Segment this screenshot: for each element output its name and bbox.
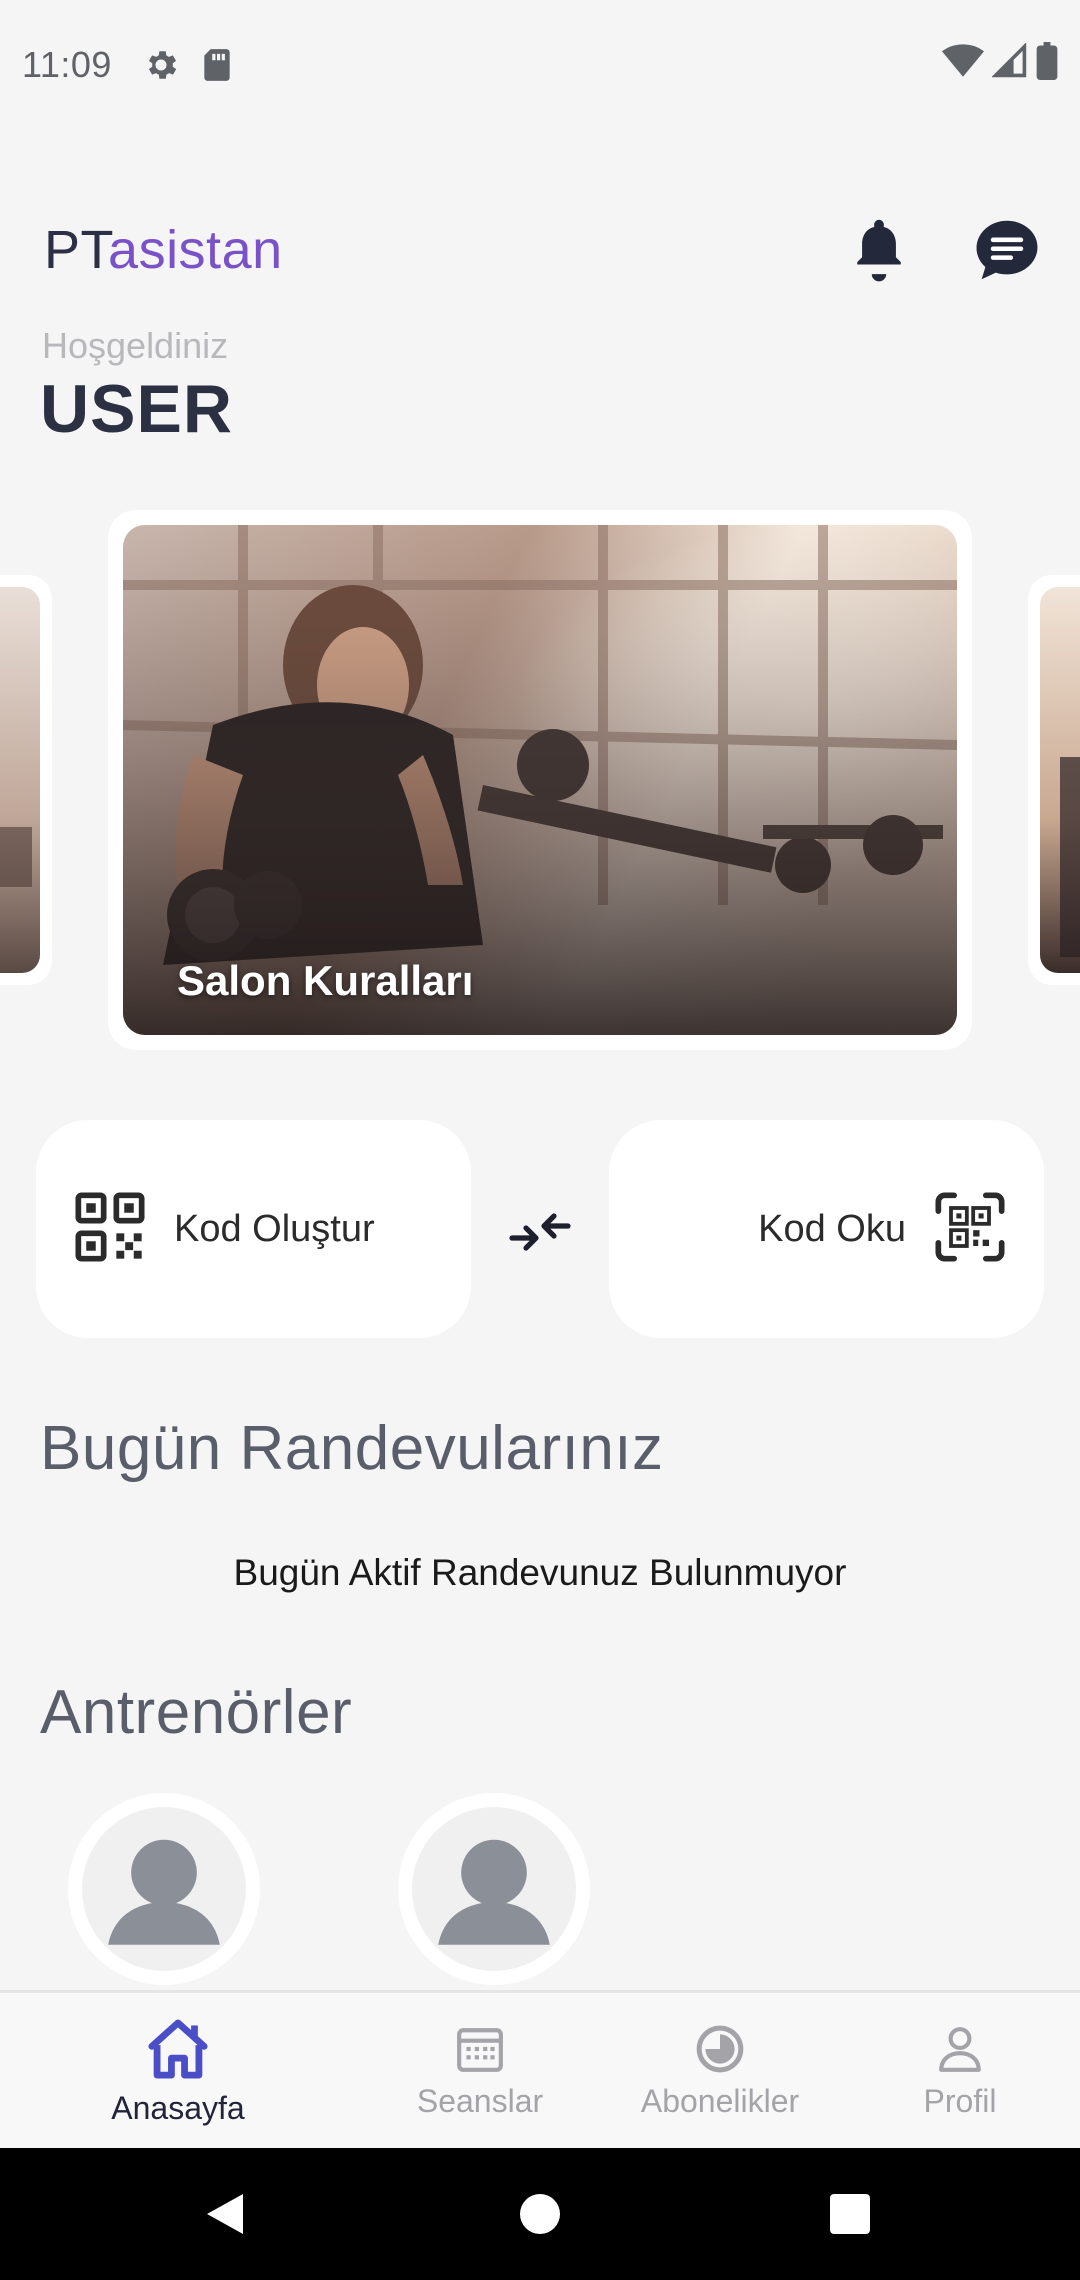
- status-bar: 11:09: [0, 0, 1080, 130]
- system-navigation-bar: [0, 2148, 1080, 2280]
- calendar-icon: [455, 2024, 505, 2079]
- nav-label: Anasayfa: [111, 2090, 245, 2126]
- logo-part-pt: PT: [44, 220, 109, 280]
- appointments-empty-message: Bugün Aktif Randevunuz Bulunmuyor: [233, 1552, 847, 1593]
- appointments-title: Bugün Randevularınız: [40, 1414, 664, 1483]
- signal-icon: [991, 41, 1028, 88]
- trainers-title: Antrenörler: [40, 1678, 353, 1747]
- avatar-placeholder-icon: [82, 1807, 246, 1971]
- logo-part-asistan: asistan: [108, 220, 283, 280]
- nav-item-home[interactable]: Anasayfa: [88, 1993, 268, 2151]
- app-header: PTasistan: [44, 205, 1040, 295]
- nav-item-profile[interactable]: Profil: [880, 1993, 1040, 2151]
- trainer-avatar[interactable]: [68, 1793, 260, 1985]
- nav-label: Abonelikler: [640, 2083, 800, 2119]
- avatar-placeholder-icon: [412, 1807, 576, 1971]
- carousel-next-slide[interactable]: [1028, 575, 1080, 985]
- create-code-label: Kod Oluştur: [174, 1207, 375, 1250]
- nav-label: Profil: [923, 2083, 997, 2119]
- username: USER: [40, 371, 233, 447]
- qr-code-icon: [72, 1189, 148, 1270]
- create-code-button[interactable]: Kod Oluştur: [36, 1120, 471, 1338]
- app-logo: PTasistan: [44, 219, 283, 281]
- qr-scan-icon: [932, 1189, 1008, 1270]
- slide-image: [1040, 587, 1080, 973]
- carousel-prev-slide[interactable]: [0, 575, 52, 985]
- back-icon[interactable]: [190, 2148, 260, 2280]
- wifi-icon: [942, 43, 984, 88]
- swap-arrows-icon[interactable]: [508, 1208, 572, 1261]
- nav-item-subscriptions[interactable]: Abonelikler: [620, 1993, 820, 2151]
- trainer-avatar[interactable]: [398, 1793, 590, 1985]
- home-icon: [144, 2017, 212, 2086]
- welcome-text: Hoşgeldiniz: [42, 325, 229, 366]
- chat-icon[interactable]: [974, 218, 1040, 282]
- read-code-button[interactable]: Kod Oku: [609, 1120, 1044, 1338]
- carousel-current-slide[interactable]: Salon Kuralları: [108, 510, 972, 1050]
- bottom-navigation: Anasayfa Seanslar Abonelikler Profil: [0, 1990, 1080, 2148]
- read-code-label: Kod Oku: [758, 1207, 906, 1250]
- battery-icon: [1036, 41, 1058, 89]
- slide-caption: Salon Kuralları: [177, 957, 474, 1004]
- bell-icon[interactable]: [850, 218, 908, 282]
- person-icon: [935, 2024, 985, 2079]
- slide-image: [0, 587, 40, 973]
- settings-icon: [142, 46, 180, 84]
- rules-carousel[interactable]: Salon Kuralları: [0, 510, 1080, 1050]
- sd-card-icon: [200, 46, 234, 84]
- home-circle-icon[interactable]: [505, 2148, 575, 2280]
- status-time: 11:09: [22, 44, 112, 85]
- subscription-icon: [695, 2024, 745, 2079]
- gym-photo: Salon Kuralları: [123, 525, 957, 1035]
- nav-item-sessions[interactable]: Seanslar: [390, 1993, 570, 2151]
- nav-label: Seanslar: [416, 2083, 544, 2119]
- recents-icon[interactable]: [815, 2148, 885, 2280]
